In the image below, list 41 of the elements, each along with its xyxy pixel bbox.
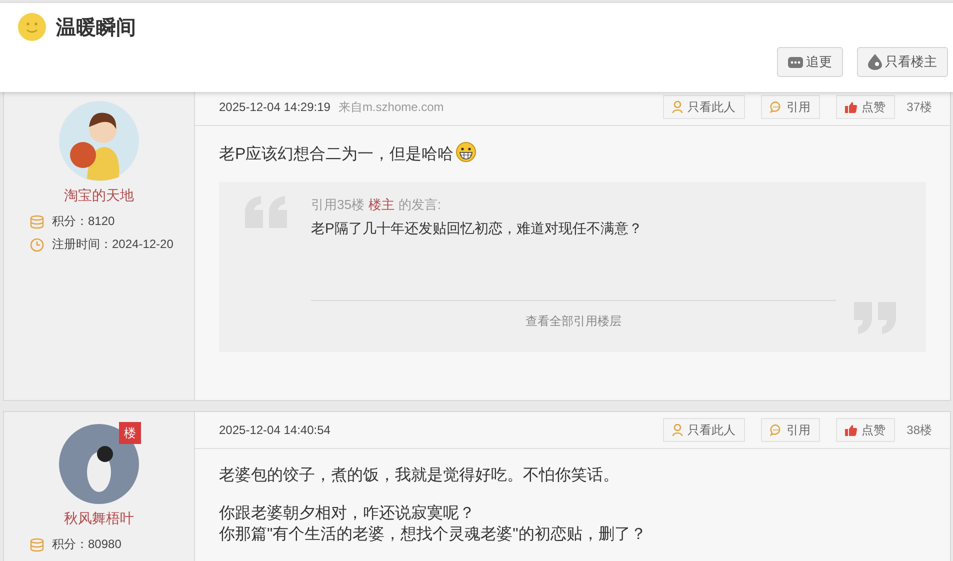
smiley-icon [18, 13, 46, 41]
speech-bubble-icon [770, 424, 782, 436]
username-link[interactable]: 秋风舞梧叶 [64, 510, 134, 528]
avatar-drawing[interactable] [59, 101, 139, 181]
username-link[interactable]: 淘宝的天地 [64, 187, 134, 205]
user-stat: 积分：8120 [52, 213, 115, 230]
only-this-user-button[interactable]: 只看此人 [662, 418, 745, 442]
user-stat: 注册时间：2024-12-20 [52, 236, 174, 253]
user-stat: 积分：80980 [52, 536, 122, 553]
quote-button[interactable]: 引用 [760, 95, 820, 119]
chat-icon [788, 56, 803, 68]
follow-button[interactable]: 追更 [777, 47, 843, 77]
quote-button[interactable]: 引用 [760, 418, 820, 442]
post-source: 来自m.szhome.com [338, 98, 444, 116]
quote-reference: 引用35楼 楼主 的发言: [311, 196, 442, 214]
floor-number: 38楼 [906, 422, 932, 438]
avatar-photo-placeholder[interactable] [59, 424, 139, 504]
thumbs-up-icon [844, 102, 857, 112]
view-all-quotes-link[interactable]: 查看全部引用楼层 [311, 313, 836, 330]
drop-icon [868, 54, 882, 70]
post-time: 2025-12-04 14:40:54 [219, 423, 330, 437]
coin-stack-icon [30, 214, 44, 228]
only-this-user-button[interactable]: 只看此人 [662, 95, 745, 119]
post-text: 你跟老婆朝夕相对，咋还说寂寞呢？ [219, 504, 476, 524]
person-icon [672, 424, 683, 436]
like-button[interactable]: 点赞 [836, 95, 895, 119]
person-icon [672, 101, 683, 113]
floor-number: 37楼 [906, 98, 932, 116]
op-badge: 楼 [119, 422, 141, 444]
quote-text: 老P隔了几十年还发贴回忆初恋，难道对现任不满意？ [311, 220, 644, 238]
post-time: 2025-12-04 14:29:19 [219, 100, 330, 114]
thread-title: 温暖瞬间 [56, 16, 136, 40]
like-button[interactable]: 点赞 [836, 418, 895, 442]
thumbs-up-icon [844, 424, 857, 436]
post-text: 你那篇"有个生活的老婆，想找个灵魂老婆"的初恋贴，删了？ [219, 524, 648, 545]
speech-bubble-icon [770, 101, 782, 113]
post-text: 老P应该幻想合二为一，但是哈哈 [219, 142, 926, 165]
post-text: 老婆包的饺子，煮的饭，我就是觉得好吃。不怕你笑话。 [219, 466, 620, 486]
clock-icon [30, 238, 44, 252]
coin-stack-icon [30, 538, 44, 552]
op-only-button[interactable]: 只看楼主 [857, 47, 948, 77]
